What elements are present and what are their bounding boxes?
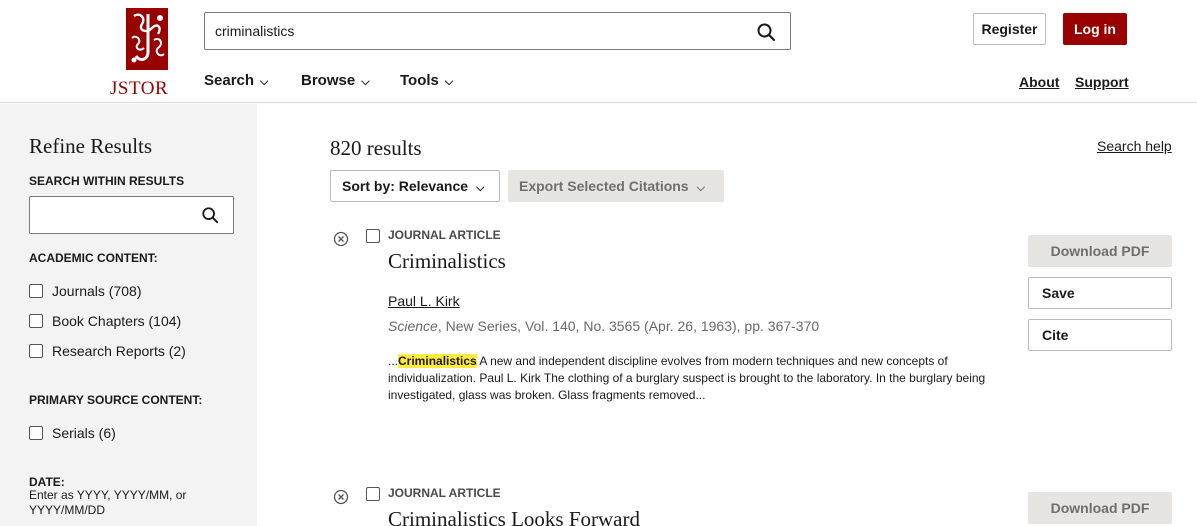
content-type: JOURNAL ARTICLE xyxy=(388,486,501,500)
jstor-wordmark: JSTOR xyxy=(110,78,169,99)
support-link[interactable]: Support xyxy=(1075,74,1129,90)
filter-book-chapters[interactable]: Book Chapters (104) xyxy=(29,313,181,329)
export-citations-button[interactable]: Export Selected Citations ⌵ xyxy=(508,170,724,202)
download-pdf-button[interactable]: Download PDF xyxy=(1028,492,1172,524)
result-title[interactable]: Criminalistics xyxy=(388,249,506,274)
sort-label: Sort by: Relevance xyxy=(342,178,469,194)
site-header: JSTOR Search ⌵ Browse ⌵ Tools ⌵ Register Lo… xyxy=(0,0,1197,103)
search-within-input[interactable] xyxy=(38,206,188,224)
export-label: Export Selected Citations xyxy=(519,178,689,194)
result-item: JOURNAL ARTICLE Criminalistics Paul L. K… xyxy=(330,227,1180,417)
results-count: 820 results xyxy=(330,136,422,160)
register-button[interactable]: Register xyxy=(973,13,1046,45)
cite-button[interactable]: Cite xyxy=(1028,319,1172,351)
nav-search-menu[interactable]: Search ⌵ xyxy=(204,72,268,89)
result-author[interactable]: Paul L. Kirk xyxy=(388,293,460,309)
result-checkbox[interactable] xyxy=(366,487,380,501)
result-title[interactable]: Criminalistics Looks Forward xyxy=(388,507,640,526)
save-button[interactable]: Save xyxy=(1028,277,1172,309)
search-icon[interactable] xyxy=(201,206,219,224)
academic-content-label: ACADEMIC CONTENT: xyxy=(29,251,158,265)
result-snippet: ...Criminalistics A new and independent … xyxy=(388,353,998,404)
snippet-highlight: Criminalistics xyxy=(398,354,477,368)
source-details: , New Series, Vol. 140, No. 3565 (Apr. 2… xyxy=(437,318,820,334)
download-pdf-button[interactable]: Download PDF xyxy=(1028,235,1172,267)
dismiss-icon[interactable] xyxy=(333,489,349,505)
primary-source-label: PRIMARY SOURCE CONTENT: xyxy=(29,393,203,407)
nav-tools-menu[interactable]: Tools ⌵ xyxy=(400,72,453,89)
nav-search-label: Search xyxy=(204,72,255,89)
chevron-down-icon: ⌵ xyxy=(696,182,705,194)
search-help-link[interactable]: Search help xyxy=(1097,138,1172,154)
search-box[interactable] xyxy=(204,12,791,50)
checkbox[interactable] xyxy=(29,314,43,328)
filter-label: Research Reports (2) xyxy=(52,343,186,359)
dismiss-icon[interactable] xyxy=(333,231,349,247)
checkbox[interactable] xyxy=(29,284,43,298)
snippet-text: A new and independent discipline evolves… xyxy=(388,354,986,402)
jstor-logo-mark xyxy=(126,8,168,70)
chevron-down-icon: ⌵ xyxy=(361,76,370,88)
result-item: JOURNAL ARTICLE Criminalistics Looks For… xyxy=(330,485,1180,526)
chevron-down-icon: ⌵ xyxy=(444,76,454,88)
filter-journals[interactable]: Journals (708) xyxy=(29,283,142,299)
chevron-down-icon: ⌵ xyxy=(476,182,485,194)
nav-tools-label: Tools xyxy=(400,72,439,89)
filter-label: Journals (708) xyxy=(52,283,142,299)
search-within-label: SEARCH WITHIN RESULTS xyxy=(29,174,185,188)
search-icon[interactable] xyxy=(756,22,776,42)
filter-label: Book Chapters (104) xyxy=(52,313,182,329)
filter-serials[interactable]: Serials (6) xyxy=(29,425,116,441)
refine-sidebar: Refine Results SEARCH WITHIN RESULTS ACA… xyxy=(0,104,257,526)
login-button[interactable]: Log in xyxy=(1063,13,1127,45)
filter-research-reports[interactable]: Research Reports (2) xyxy=(29,343,186,359)
checkbox[interactable] xyxy=(29,344,43,358)
checkbox[interactable] xyxy=(29,426,43,440)
date-label: DATE: xyxy=(29,475,65,489)
jstor-logo[interactable]: JSTOR xyxy=(110,8,190,100)
result-checkbox[interactable] xyxy=(366,229,380,243)
content-type: JOURNAL ARTICLE xyxy=(388,228,501,242)
nav-browse-menu[interactable]: Browse ⌵ xyxy=(301,72,370,89)
search-within-box[interactable] xyxy=(29,196,234,234)
result-source: Science, New Series, Vol. 140, No. 3565 … xyxy=(388,318,819,334)
about-link[interactable]: About xyxy=(1019,74,1059,90)
snippet-text: ... xyxy=(388,354,399,368)
refine-results-heading: Refine Results xyxy=(29,134,153,158)
journal-name: Science xyxy=(388,318,438,334)
nav-browse-label: Browse xyxy=(301,72,356,89)
filter-label: Serials (6) xyxy=(52,425,116,441)
chevron-down-icon: ⌵ xyxy=(260,76,269,88)
search-input[interactable] xyxy=(215,21,735,41)
sort-dropdown[interactable]: Sort by: Relevance ⌵ xyxy=(330,170,500,202)
date-hint: Enter as YYYY, YYYY/MM, or YYYY/MM/DD xyxy=(29,488,187,517)
